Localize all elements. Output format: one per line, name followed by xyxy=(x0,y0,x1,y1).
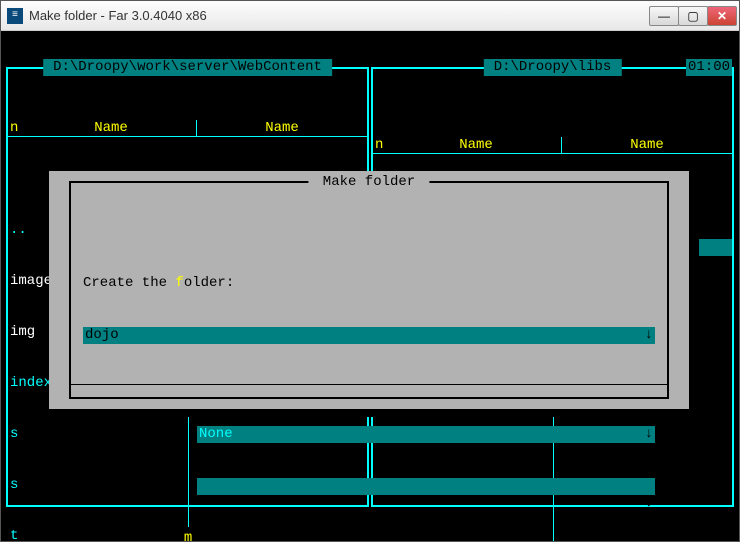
clock: 01:00 xyxy=(686,59,732,76)
dialog-title: Make folder xyxy=(308,174,429,191)
dropdown-icon[interactable]: ↓ xyxy=(645,495,653,512)
close-button[interactable]: ✕ xyxy=(707,6,737,26)
terminal: D:\Droopy\work\server\WebContent n Name … xyxy=(1,31,739,541)
window-buttons: — ▢ ✕ xyxy=(650,6,737,26)
make-folder-dialog: Make folder Create the folder: dojo ↓ Li… xyxy=(49,171,689,409)
app-icon: ≡ xyxy=(7,8,23,24)
minimize-button[interactable]: — xyxy=(649,6,679,26)
create-folder-label: Create the folder: xyxy=(83,275,234,292)
target-input[interactable]: ↓ xyxy=(197,478,655,495)
right-panel-path[interactable]: D:\Droopy\libs xyxy=(483,59,621,76)
dropdown-icon[interactable]: ↓ xyxy=(645,327,653,344)
process-multiple-checkbox[interactable]: [ ] Process multiple names xyxy=(83,530,301,542)
titlebar[interactable]: ≡ Make folder - Far 3.0.4040 x86 — ▢ ✕ xyxy=(1,1,739,31)
left-col-headers: n Name Name xyxy=(8,120,367,137)
dropdown-icon[interactable]: ↓ xyxy=(645,426,653,443)
folder-name-input[interactable]: dojo ↓ xyxy=(83,327,655,344)
maximize-button[interactable]: ▢ xyxy=(678,6,708,26)
window-title: Make folder - Far 3.0.4040 x86 xyxy=(29,8,650,23)
right-col-headers: n Name Name xyxy=(373,137,732,154)
app-window: ≡ Make folder - Far 3.0.4040 x86 — ▢ ✕ D… xyxy=(0,0,740,542)
link-type-select[interactable]: None ↓ xyxy=(197,426,655,443)
left-panel-path[interactable]: D:\Droopy\work\server\WebContent xyxy=(43,59,333,76)
target-label: Target: xyxy=(83,478,193,495)
link-type-label: Link type: xyxy=(83,426,193,443)
